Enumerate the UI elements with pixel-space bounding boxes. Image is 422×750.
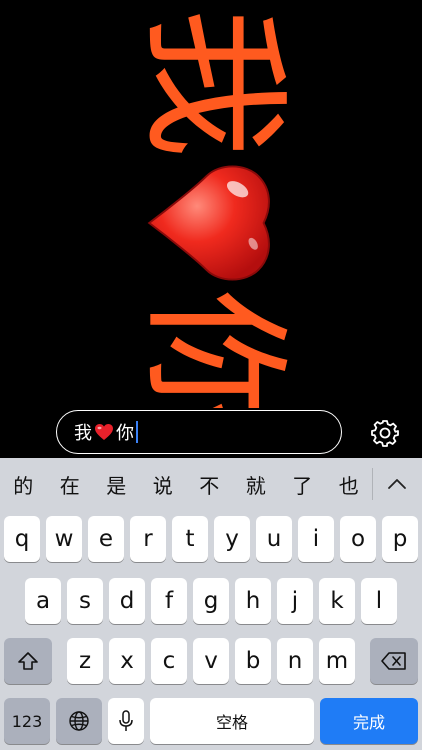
key-q[interactable]: q — [4, 516, 40, 562]
key-s[interactable]: s — [67, 578, 103, 624]
key-h[interactable]: h — [235, 578, 271, 624]
key-c[interactable]: c — [151, 638, 187, 684]
key-m[interactable]: m — [319, 638, 355, 684]
gear-icon[interactable] — [370, 418, 400, 448]
key-b[interactable]: b — [235, 638, 271, 684]
key-i[interactable]: i — [298, 516, 334, 562]
shift-key[interactable] — [4, 638, 52, 684]
message-input[interactable]: 我 你 — [56, 410, 342, 454]
key-k[interactable]: k — [319, 578, 355, 624]
key-l[interactable]: l — [361, 578, 397, 624]
key-r[interactable]: r — [130, 516, 166, 562]
candidate-expand-button[interactable] — [376, 466, 418, 502]
key-u[interactable]: u — [256, 516, 292, 562]
candidate-item[interactable]: 不 — [186, 470, 233, 499]
key-x[interactable]: x — [109, 638, 145, 684]
heart-emoji-icon — [95, 424, 113, 440]
candidate-bar: 的 在 是 说 不 就 了 也 — [0, 458, 422, 510]
candidate-item[interactable]: 是 — [93, 470, 140, 499]
candidate-divider — [372, 468, 373, 500]
key-y[interactable]: y — [214, 516, 250, 562]
input-text-before: 我 — [74, 423, 92, 444]
key-j[interactable]: j — [277, 578, 313, 624]
globe-icon — [69, 711, 89, 731]
keyboard: 的 在 是 说 不 就 了 也 q w e r t y u i o p a s … — [0, 458, 422, 750]
display-char-bottom: 你 — [126, 290, 300, 408]
candidate-item[interactable]: 就 — [233, 470, 280, 499]
candidate-item[interactable]: 说 — [140, 470, 187, 499]
numbers-key[interactable]: 123 — [4, 698, 50, 744]
key-n[interactable]: n — [277, 638, 313, 684]
candidate-item[interactable]: 也 — [326, 470, 373, 499]
key-v[interactable]: v — [193, 638, 229, 684]
globe-key[interactable] — [56, 698, 102, 744]
display-char-top: 我 — [126, 8, 300, 159]
shift-icon — [18, 652, 38, 670]
key-o[interactable]: o — [340, 516, 376, 562]
key-f[interactable]: f — [151, 578, 187, 624]
key-t[interactable]: t — [172, 516, 208, 562]
candidate-item[interactable]: 的 — [0, 470, 47, 499]
done-key[interactable]: 完成 — [320, 698, 418, 744]
delete-key[interactable] — [370, 638, 418, 684]
key-d[interactable]: d — [109, 578, 145, 624]
key-w[interactable]: w — [46, 516, 82, 562]
key-z[interactable]: z — [67, 638, 103, 684]
big-text-display: 我 你 — [0, 0, 422, 408]
key-a[interactable]: a — [25, 578, 61, 624]
heart-icon — [147, 165, 270, 281]
candidate-item[interactable]: 在 — [47, 470, 94, 499]
key-p[interactable]: p — [382, 516, 418, 562]
key-e[interactable]: e — [88, 516, 124, 562]
candidate-item[interactable]: 了 — [279, 470, 326, 499]
input-text-after: 你 — [116, 423, 134, 444]
space-key[interactable]: 空格 — [150, 698, 314, 744]
text-cursor — [136, 421, 138, 443]
chevron-up-icon — [388, 479, 406, 489]
input-row: 我 你 — [0, 408, 422, 458]
microphone-icon — [119, 710, 133, 731]
microphone-key[interactable] — [108, 698, 144, 744]
key-g[interactable]: g — [193, 578, 229, 624]
candidate-list: 的 在 是 说 不 就 了 也 — [0, 458, 372, 510]
backspace-icon — [381, 652, 406, 670]
